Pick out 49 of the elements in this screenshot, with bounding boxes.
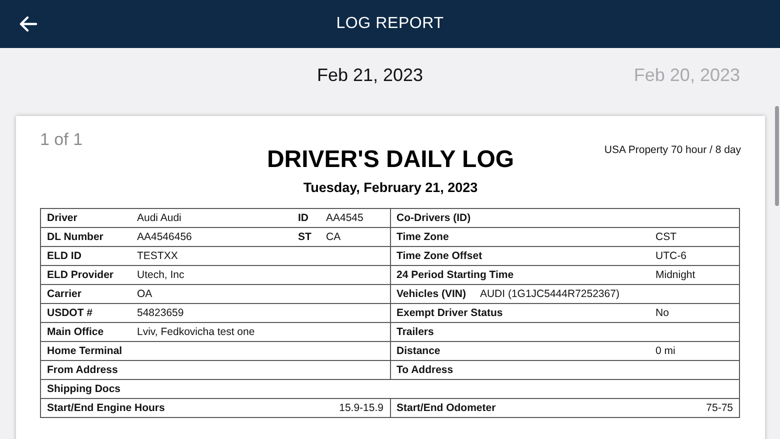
field-value: Midnight <box>656 269 696 281</box>
field-value: 15.9-15.9 <box>339 402 384 414</box>
field-label: USDOT # <box>47 307 94 319</box>
field-label: Trailers <box>396 326 435 338</box>
field-value: 54823659 <box>137 307 185 319</box>
adjacent-date-link[interactable]: Feb 20, 2023 <box>634 64 740 86</box>
scrollbar[interactable] <box>775 106 779 206</box>
field-value: Utech, Inc <box>137 269 186 281</box>
field-label: Time Zone <box>396 231 450 243</box>
field-label: Start/End Engine Hours <box>47 402 165 414</box>
field-value: Audi Audi <box>137 212 182 224</box>
field-value: AA4546456 <box>137 231 193 243</box>
field-value: OA <box>137 288 154 300</box>
field-label: Vehicles (VIN) <box>396 288 466 300</box>
field-label: Start/End Odometer <box>396 402 496 414</box>
field-label: ELD Provider <box>47 269 115 281</box>
field-value: UTC-6 <box>656 250 686 262</box>
field-value: CA <box>326 231 341 243</box>
report-date: Tuesday, February 21, 2023 <box>302 180 479 195</box>
page-counter: 1 of 1 <box>40 130 84 151</box>
field-label: Home Terminal <box>47 345 124 357</box>
field-label: ELD ID <box>47 250 82 262</box>
field-value: CST <box>656 231 676 243</box>
field-label: Shipping Docs <box>47 383 122 395</box>
field-value: AUDI (1G1JC5444R7252367) <box>480 288 620 300</box>
screen-title: LOG REPORT <box>336 15 444 33</box>
back-arrow-icon <box>19 16 37 32</box>
field-label: Time Zone Offset <box>396 250 484 262</box>
field-label: To Address <box>396 364 454 376</box>
field-value: AA4545 <box>326 212 364 224</box>
field-label: Co-Drivers (ID) <box>396 212 472 224</box>
field-label: 24 Period Starting Time <box>396 269 515 281</box>
report-title: DRIVER'S DAILY LOG <box>266 146 516 174</box>
field-value: TESTXX <box>137 250 179 262</box>
field-label: Carrier <box>47 288 82 300</box>
field-value: 75-75 <box>706 402 733 414</box>
field-label: From Address <box>47 364 119 376</box>
field-value: Lviv, Fedkovicha test one <box>137 326 256 338</box>
current-date: Feb 21, 2023 <box>316 64 424 86</box>
ruleset-label: USA Property 70 hour / 8 day <box>604 144 741 156</box>
field-label: Exempt Driver Status <box>396 307 504 319</box>
field-value: No <box>656 307 669 319</box>
field-label: ID <box>298 212 310 224</box>
field-value: 0 mi <box>656 345 676 357</box>
field-label: Distance <box>396 345 442 357</box>
field-label: ST <box>298 231 312 243</box>
field-label: Driver <box>47 212 78 224</box>
field-label: Main Office <box>47 326 105 338</box>
field-label: DL Number <box>47 231 104 243</box>
